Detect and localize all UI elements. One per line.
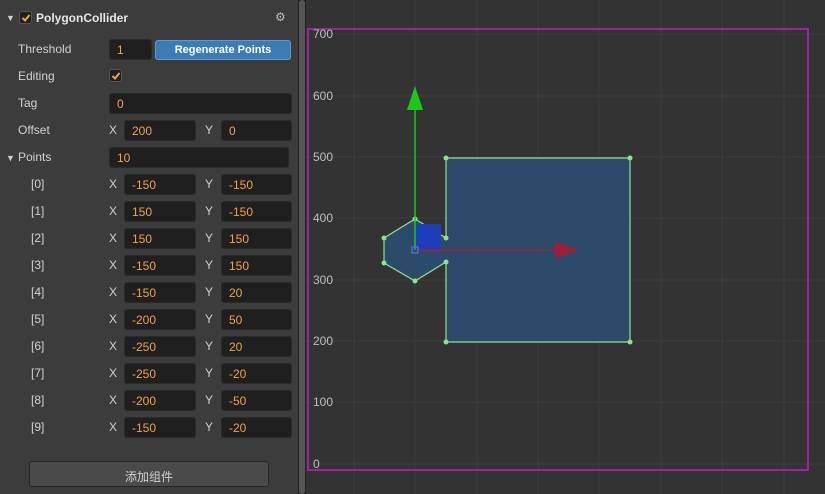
inspector-scrollbar[interactable] [298, 0, 306, 494]
point-y-input[interactable]: -150 [221, 201, 292, 222]
y-axis-label-400: 400 [313, 211, 334, 225]
point-y-axis-label: Y [205, 420, 214, 434]
point-index-label: [1] [31, 204, 45, 218]
offset-x-axis-label: X [109, 123, 118, 137]
offset-y-axis-label: Y [205, 123, 214, 137]
y-axis-label-600: 600 [313, 89, 334, 103]
y-axis-label-0: 0 [313, 457, 320, 471]
point-x-input[interactable]: -150 [124, 174, 196, 195]
vertex-handle[interactable] [443, 235, 449, 241]
point-x-input[interactable]: -250 [124, 336, 196, 357]
inspector-panel: ▼ PolygonCollider ⚙ Threshold 1 Regenera… [0, 0, 298, 494]
point-index-label: [0] [31, 177, 45, 191]
y-axis-label-200: 200 [313, 334, 334, 348]
point-y-input[interactable]: 20 [221, 282, 292, 303]
point-x-axis-label: X [109, 258, 118, 272]
check-icon [111, 72, 121, 80]
point-y-input[interactable]: 150 [221, 228, 292, 249]
component-enabled-checkbox[interactable] [19, 11, 32, 24]
component-header[interactable]: ▼ PolygonCollider ⚙ [0, 6, 298, 30]
offset-x-input[interactable]: 200 [124, 120, 196, 141]
point-x-axis-label: X [109, 285, 118, 299]
point-x-axis-label: X [109, 420, 118, 434]
point-y-axis-label: Y [205, 393, 214, 407]
point-y-input[interactable]: 50 [221, 309, 292, 330]
check-icon [21, 14, 31, 22]
point-index-label: [4] [31, 285, 45, 299]
vertex-handle[interactable] [627, 155, 633, 161]
point-y-axis-label: Y [205, 204, 214, 218]
point-x-input[interactable]: 150 [124, 228, 196, 249]
vertex-handle[interactable] [412, 278, 418, 284]
point-x-axis-label: X [109, 177, 118, 191]
pivot-square [415, 224, 441, 250]
point-y-input[interactable]: -50 [221, 390, 292, 411]
points-count-input[interactable]: 10 [109, 147, 289, 168]
tag-input[interactable]: 0 [109, 93, 292, 114]
collapse-caret-icon[interactable]: ▼ [6, 13, 15, 23]
point-index-label: [6] [31, 339, 45, 353]
point-y-input[interactable]: -20 [221, 417, 292, 438]
point-y-input[interactable]: -150 [221, 174, 292, 195]
point-index-label: [8] [31, 393, 45, 407]
y-axis-label-500: 500 [313, 150, 334, 164]
point-x-input[interactable]: -200 [124, 309, 196, 330]
point-x-axis-label: X [109, 366, 118, 380]
point-x-axis-label: X [109, 231, 118, 245]
point-x-axis-label: X [109, 204, 118, 218]
point-x-input[interactable]: 150 [124, 201, 196, 222]
point-y-axis-label: Y [205, 231, 214, 245]
point-x-input[interactable]: -150 [124, 282, 196, 303]
point-index-label: [7] [31, 366, 45, 380]
y-axis-label-700: 700 [313, 27, 334, 41]
component-title: PolygonCollider [36, 11, 129, 25]
point-x-input[interactable]: -200 [124, 390, 196, 411]
point-x-input[interactable]: -250 [124, 363, 196, 384]
scene-canvas[interactable] [306, 0, 825, 494]
offset-label: Offset [18, 123, 50, 137]
points-expand-caret-icon[interactable]: ▼ [6, 153, 15, 163]
regenerate-points-button[interactable]: Regenerate Points [155, 40, 291, 60]
points-label: Points [18, 150, 52, 164]
point-x-input[interactable]: -150 [124, 255, 196, 276]
editing-label: Editing [18, 69, 55, 83]
vertex-handle[interactable] [443, 339, 449, 345]
editing-checkbox[interactable] [109, 69, 122, 82]
point-y-axis-label: Y [205, 258, 214, 272]
vertex-handle[interactable] [443, 259, 449, 265]
point-y-input[interactable]: -20 [221, 363, 292, 384]
threshold-input[interactable]: 1 [109, 39, 152, 60]
point-index-label: [2] [31, 231, 45, 245]
scrollbar-thumb[interactable] [299, 0, 305, 494]
point-y-axis-label: Y [205, 285, 214, 299]
gear-icon[interactable]: ⚙ [275, 10, 286, 24]
point-y-axis-label: Y [205, 339, 214, 353]
vertex-handle[interactable] [627, 339, 633, 345]
point-y-input[interactable]: 20 [221, 336, 292, 357]
add-component-button[interactable]: 添加组件 [29, 461, 269, 487]
y-axis-label-300: 300 [313, 273, 334, 287]
threshold-label: Threshold [18, 42, 72, 56]
y-arrow-icon[interactable] [407, 86, 423, 110]
tag-label: Tag [18, 96, 38, 110]
vertex-handle[interactable] [443, 155, 449, 161]
point-x-input[interactable]: -150 [124, 417, 196, 438]
point-x-axis-label: X [109, 339, 118, 353]
point-index-label: [5] [31, 312, 45, 326]
point-y-input[interactable]: 150 [221, 255, 292, 276]
point-y-axis-label: Y [205, 312, 214, 326]
point-index-label: [9] [31, 420, 45, 434]
scene-view[interactable]: 700 600 500 400 300 200 100 0 [306, 0, 825, 494]
vertex-handle[interactable] [381, 260, 387, 266]
y-axis-label-100: 100 [313, 395, 334, 409]
point-y-axis-label: Y [205, 177, 214, 191]
point-index-label: [3] [31, 258, 45, 272]
vertex-handle[interactable] [381, 235, 387, 241]
offset-y-input[interactable]: 0 [221, 120, 292, 141]
point-x-axis-label: X [109, 393, 118, 407]
point-x-axis-label: X [109, 312, 118, 326]
point-y-axis-label: Y [205, 366, 214, 380]
